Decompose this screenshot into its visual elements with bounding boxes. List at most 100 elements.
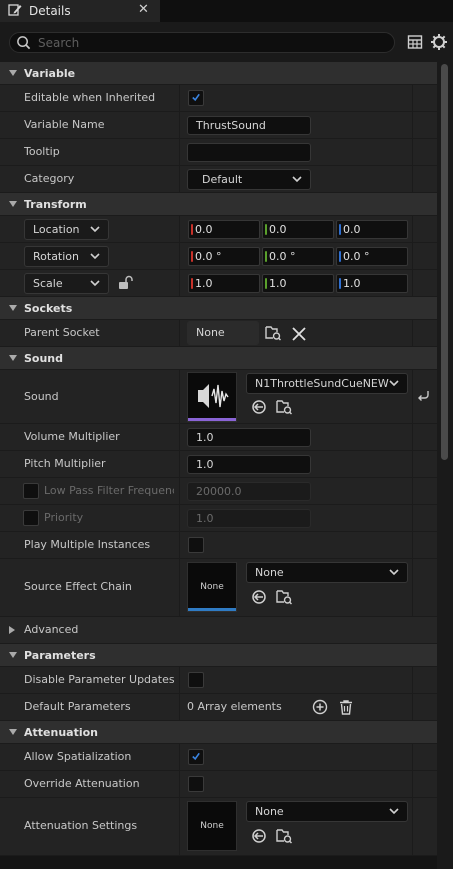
browse-socket-icon[interactable] [265,325,281,341]
row-play-multiple-instances: Play Multiple Instances [0,532,437,559]
table-view-icon[interactable] [407,34,423,50]
unlock-icon[interactable] [117,275,133,291]
chevron-down-icon [90,253,100,260]
property-label: Default Parameters [24,700,131,713]
y-axis-marker [265,224,267,235]
override-attenuation-checkbox[interactable] [188,776,204,792]
y-axis-marker [265,278,267,289]
tooltip-field[interactable] [187,143,311,162]
row-source-effect-chain: Source Effect Chain None None [0,559,437,617]
use-selected-icon[interactable] [251,399,267,415]
play-multiple-checkbox[interactable] [188,537,204,553]
row-allow-spatialization: Allow Spatialization [0,744,437,771]
row-advanced[interactable]: Advanced [0,617,437,644]
section-sockets[interactable]: Sockets [0,297,437,320]
chevron-down-icon [90,280,100,287]
location-y-field[interactable]: 0.0 [262,220,334,239]
row-low-pass-filter: Low Pass Filter Frequency 20000.0 [0,478,437,505]
rotation-z-field[interactable]: 0.0 ° [336,247,408,266]
location-mode-combo[interactable]: Location [24,219,109,240]
location-x-field[interactable]: 0.0 [188,220,260,239]
property-label: Play Multiple Instances [24,538,151,551]
browse-asset-icon[interactable] [276,399,292,415]
browse-asset-icon[interactable] [276,828,292,844]
section-attenuation[interactable]: Attenuation [0,721,437,744]
section-label: Parameters [24,649,96,662]
browse-asset-icon[interactable] [276,589,292,605]
section-parameters[interactable]: Parameters [0,644,437,667]
use-selected-icon[interactable] [251,828,267,844]
sound-thumbnail[interactable] [187,372,237,422]
rotation-y-field[interactable]: 0.0 ° [262,247,334,266]
section-sound[interactable]: Sound [0,347,437,370]
category-combo[interactable]: Default [187,169,311,190]
tab-bar: Details ✕ [0,0,453,22]
expand-arrow-icon [9,652,17,658]
gear-icon[interactable] [430,33,448,51]
search-icon [17,36,31,50]
priority-override-checkbox[interactable] [23,510,39,526]
rotation-x-field[interactable]: 0.0 ° [188,247,260,266]
property-label: Variable Name [24,118,105,131]
section-label: Variable [24,67,76,80]
sound-asset-combo[interactable]: N1ThrottleSundCueNEW [246,373,408,394]
reset-to-default-icon[interactable] [416,388,430,402]
section-variable[interactable]: Variable [0,62,437,85]
rotation-z-value: 0.0 ° [343,250,370,263]
checkmark-icon [192,752,200,761]
attenuation-thumbnail[interactable]: None [187,801,237,851]
source-effect-thumbnail[interactable]: None [187,562,237,612]
variable-name-field[interactable]: ThrustSound [187,116,311,135]
row-pitch-multiplier: Pitch Multiplier 1.0 [0,451,437,478]
source-effect-combo[interactable]: None [246,562,408,583]
property-label: Parent Socket [24,326,100,339]
row-override-attenuation: Override Attenuation [0,771,437,798]
low-pass-override-checkbox[interactable] [23,483,39,499]
property-label: Disable Parameter Updates While Playing [24,673,174,686]
attenuation-settings-value: None [255,805,284,818]
scale-y-field[interactable]: 1.0 [262,274,334,293]
pitch-field[interactable]: 1.0 [187,455,311,474]
attenuation-settings-combo[interactable]: None [246,801,408,822]
low-pass-field[interactable]: 20000.0 [187,482,311,501]
expand-arrow-icon [9,305,17,311]
close-tab-icon[interactable]: ✕ [138,2,149,17]
scale-x-value: 1.0 [195,277,213,290]
disable-parameter-updates-checkbox[interactable] [188,672,204,688]
row-priority: Priority 1.0 [0,505,437,532]
source-effect-value: None [255,566,284,579]
location-z-field[interactable]: 0.0 [336,220,408,239]
editable-checkbox[interactable] [188,90,204,106]
category-value: Default [202,173,243,186]
scrollbar-thumb[interactable] [441,64,448,460]
row-parent-socket: Parent Socket None [0,320,437,347]
volume-field[interactable]: 1.0 [187,428,311,447]
row-scale: Scale 1.0 1.0 1.0 [0,270,437,297]
advanced-label: Advanced [24,623,79,636]
details-tab[interactable]: Details ✕ [0,0,160,22]
scale-z-field[interactable]: 1.0 [336,274,408,293]
use-selected-icon[interactable] [251,589,267,605]
trash-icon[interactable] [338,699,354,715]
asset-type-bar [188,418,236,421]
section-label: Transform [24,198,87,211]
property-label: Category [24,172,75,185]
thumbnail-label: None [200,582,224,592]
search-box[interactable] [9,32,395,53]
vertical-scrollbar[interactable] [437,62,453,869]
search-input[interactable] [38,34,378,51]
scale-mode-combo[interactable]: Scale [24,273,109,294]
scale-x-field[interactable]: 1.0 [188,274,260,293]
add-element-icon[interactable] [312,699,328,715]
parent-socket-field[interactable]: None [187,321,259,345]
section-label: Sockets [24,302,73,315]
clear-icon[interactable] [291,326,307,342]
rotation-mode-combo[interactable]: Rotation [24,246,109,267]
row-attenuation-settings: Attenuation Settings None None [0,798,437,856]
expand-arrow-icon [9,729,17,735]
asset-type-bar [188,608,236,611]
section-transform[interactable]: Transform [0,193,437,216]
allow-spatialization-checkbox[interactable] [188,749,204,765]
property-grid: Variable Editable when Inherited Variabl… [0,62,437,856]
priority-field[interactable]: 1.0 [187,509,311,528]
